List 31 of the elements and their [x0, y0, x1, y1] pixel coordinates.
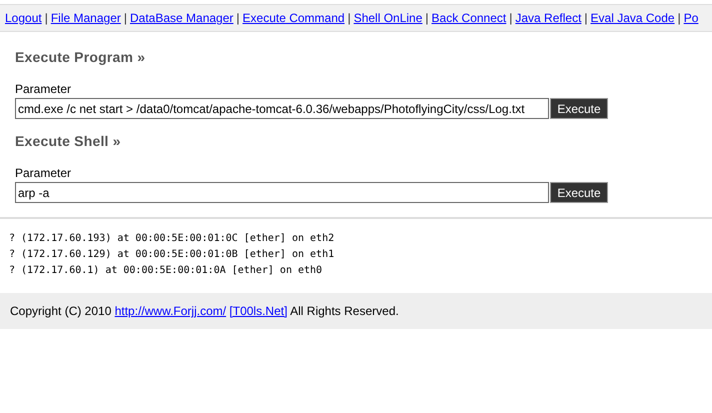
nav-link[interactable]: DataBase Manager — [130, 11, 234, 25]
separator: | — [678, 11, 681, 25]
separator: | — [236, 11, 240, 25]
output-line: ? (172.17.60.1) at 00:00:5E:00:01:0A [ether] on eth0 — [9, 264, 324, 278]
output-line: ? (172.17.60.129) at 00:00:5E:00:01:0B [ether] on eth1 — [9, 248, 336, 262]
nav-link[interactable]: Shell OnLine — [354, 11, 422, 25]
nav-link[interactable]: Back Connect — [432, 11, 506, 25]
separator: | — [584, 11, 588, 25]
nav-link[interactable]: Eval Java Code — [590, 11, 675, 25]
field-label: Parameter — [15, 82, 72, 96]
separator: | — [425, 11, 429, 25]
separator: | — [44, 11, 48, 25]
separator: | — [348, 11, 351, 25]
section-title: Execute Shell » — [15, 133, 122, 149]
copyright-text: Copyright (C) 2010 http://www.Forjj.com/ [T00ls.Net] All Rights Reserved. — [10, 304, 399, 318]
input-field[interactable]: arp -a — [15, 182, 549, 203]
section-title: Execute Program » — [15, 49, 146, 65]
execute-button[interactable]: Execute — [550, 182, 608, 203]
footer-link[interactable]: [T00ls.Net] — [229, 304, 288, 318]
nav-link[interactable]: Logout — [5, 11, 42, 25]
footer-link[interactable]: http://www.Forjj.com/ — [114, 304, 226, 318]
nav-link[interactable]: Execute Command — [242, 11, 345, 25]
nav-link[interactable]: Java Reflect — [515, 11, 582, 25]
execute-button[interactable]: Execute — [550, 98, 608, 119]
nav-link[interactable]: File Manager — [50, 11, 121, 25]
separator: | — [124, 11, 127, 25]
separator: | — [509, 11, 512, 25]
nav-link[interactable]: Po — [684, 11, 698, 25]
output-line: ? (172.17.60.193) at 00:00:5E:00:01:0C [ether] on eth2 — [9, 232, 336, 246]
field-label: Parameter — [15, 166, 72, 180]
input-field[interactable]: cmd.exe /c net start > /data0/tomcat/apache-tomcat-6.0.36/webapps/PhotoflyingCity/css/Log.txt — [15, 98, 549, 119]
